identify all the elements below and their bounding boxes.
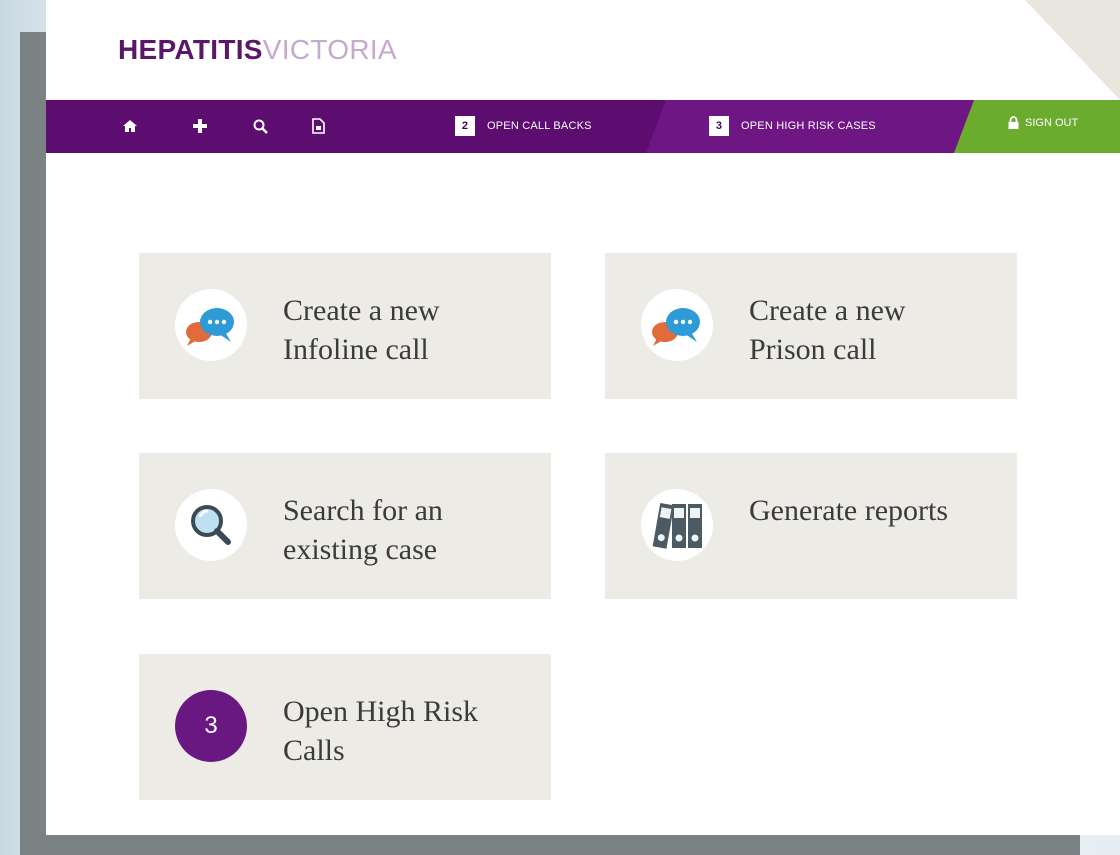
plus-icon[interactable] [188,114,212,138]
lock-icon [1008,116,1019,129]
header-decoration [1025,0,1120,100]
app-window: HEPATITISVICTORIA 2 OPEN CALL BACKS 3 OP… [46,0,1120,835]
tile-label: Search for an existing case [283,494,443,566]
logo[interactable]: HEPATITISVICTORIA [118,34,397,66]
call-backs-count: 2 [455,116,475,136]
high-risk-label: OPEN HIGH RISK CASES [741,120,876,132]
document-icon[interactable] [306,114,330,138]
tile-label: Open High Risk Calls [283,695,478,767]
open-high-risk-calls-tile[interactable]: 3 Open High Risk Calls [139,654,551,800]
logo-part-victoria: VICTORIA [262,34,397,65]
create-prison-call-tile[interactable]: Create a new Prison call [605,253,1017,399]
home-icon[interactable] [118,114,142,138]
magnifier-icon [175,489,247,561]
sign-out-button[interactable]: SIGN OUT [1008,116,1078,129]
tile-label: Generate reports [749,494,949,527]
open-high-risk-cases-link[interactable]: 3 OPEN HIGH RISK CASES [709,116,876,136]
search-existing-case-tile[interactable]: Search for an existing case [139,453,551,599]
sign-out-label: SIGN OUT [1025,116,1079,129]
binders-icon [641,489,713,561]
high-risk-count: 3 [709,116,729,136]
call-backs-label: OPEN CALL BACKS [487,120,592,132]
search-icon[interactable] [248,114,272,138]
chat-bubbles-icon [175,289,247,361]
top-nav: 2 OPEN CALL BACKS 3 OPEN HIGH RISK CASES… [46,100,1120,153]
logo-part-hepatitis: HEPATITIS [118,34,263,65]
header: HEPATITISVICTORIA [46,0,1120,100]
tile-label: Create a new Infoline call [283,294,440,366]
generate-reports-tile[interactable]: Generate reports [605,453,1017,599]
create-infoline-call-tile[interactable]: Create a new Infoline call [139,253,551,399]
open-call-backs-link[interactable]: 2 OPEN CALL BACKS [455,116,592,136]
chat-bubbles-icon [641,289,713,361]
high-risk-count-badge: 3 [175,690,247,762]
tile-label: Create a new Prison call [749,294,906,366]
